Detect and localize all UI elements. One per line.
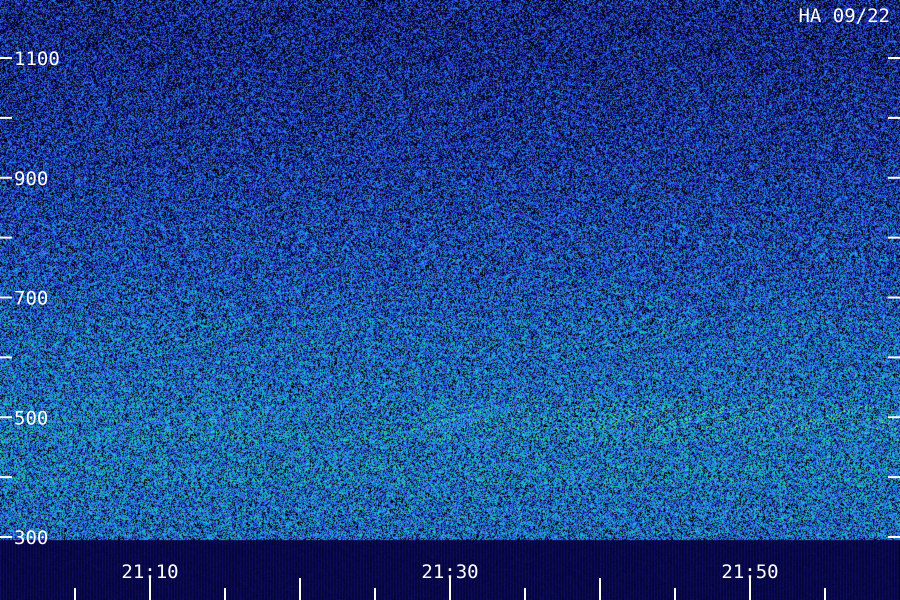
y-tick-label: 900 bbox=[14, 168, 48, 190]
y-tick-label: 700 bbox=[14, 288, 48, 310]
x-tick-label: 21:50 bbox=[721, 561, 778, 583]
spectrogram: HA 09/22 300 500 700 900 1100 21:10 21:30 21:5… bbox=[0, 0, 900, 600]
y-axis: 300 500 700 900 1100 bbox=[0, 48, 900, 549]
x-tick-label: 21:10 bbox=[121, 561, 178, 583]
x-tick-label: 21:30 bbox=[421, 561, 478, 583]
chart-title: HA 09/22 bbox=[798, 5, 890, 27]
y-tick-label: 500 bbox=[14, 407, 48, 429]
y-tick-label: 300 bbox=[14, 527, 48, 549]
x-axis: 21:10 21:30 21:50 bbox=[74, 561, 826, 600]
y-tick-label: 1100 bbox=[14, 48, 60, 70]
spectrogram-axes: HA 09/22 300 500 700 900 1100 21:10 21:30 21:5… bbox=[0, 5, 900, 600]
